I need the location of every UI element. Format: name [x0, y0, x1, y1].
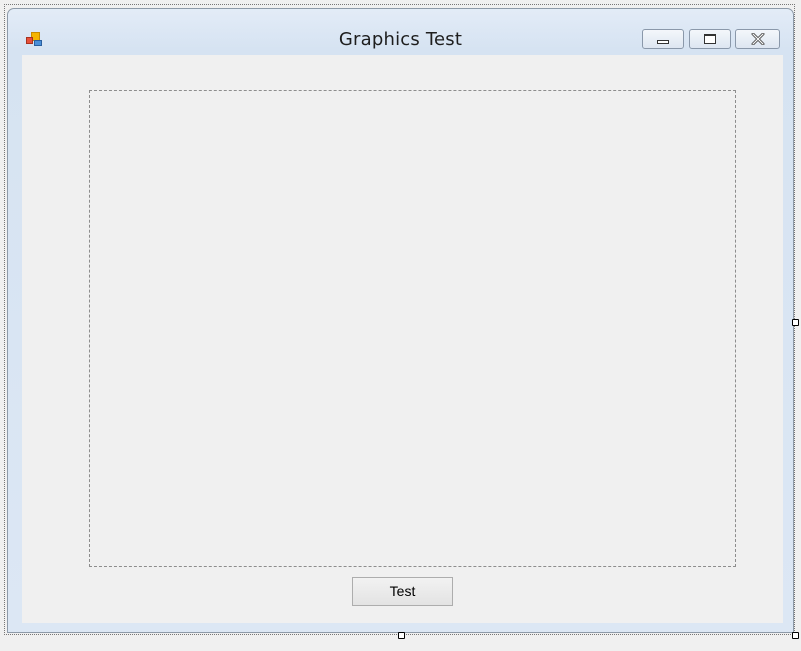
resize-handle-bottom[interactable] [398, 632, 405, 639]
picture-box[interactable] [89, 90, 736, 567]
designer-surface: Graphics Test Test [0, 0, 801, 651]
minimize-icon [657, 40, 669, 44]
close-icon [751, 33, 765, 45]
minimize-button[interactable] [642, 29, 684, 49]
close-button[interactable] [735, 29, 780, 49]
form-client-area: Test [22, 55, 783, 623]
maximize-icon [704, 34, 716, 44]
maximize-button[interactable] [689, 29, 731, 49]
resize-handle-right[interactable] [792, 319, 799, 326]
test-button[interactable]: Test [352, 577, 453, 606]
title-bar[interactable]: Graphics Test [8, 9, 793, 55]
resize-handle-corner[interactable] [792, 632, 799, 639]
form-window[interactable]: Graphics Test Test [7, 8, 794, 633]
